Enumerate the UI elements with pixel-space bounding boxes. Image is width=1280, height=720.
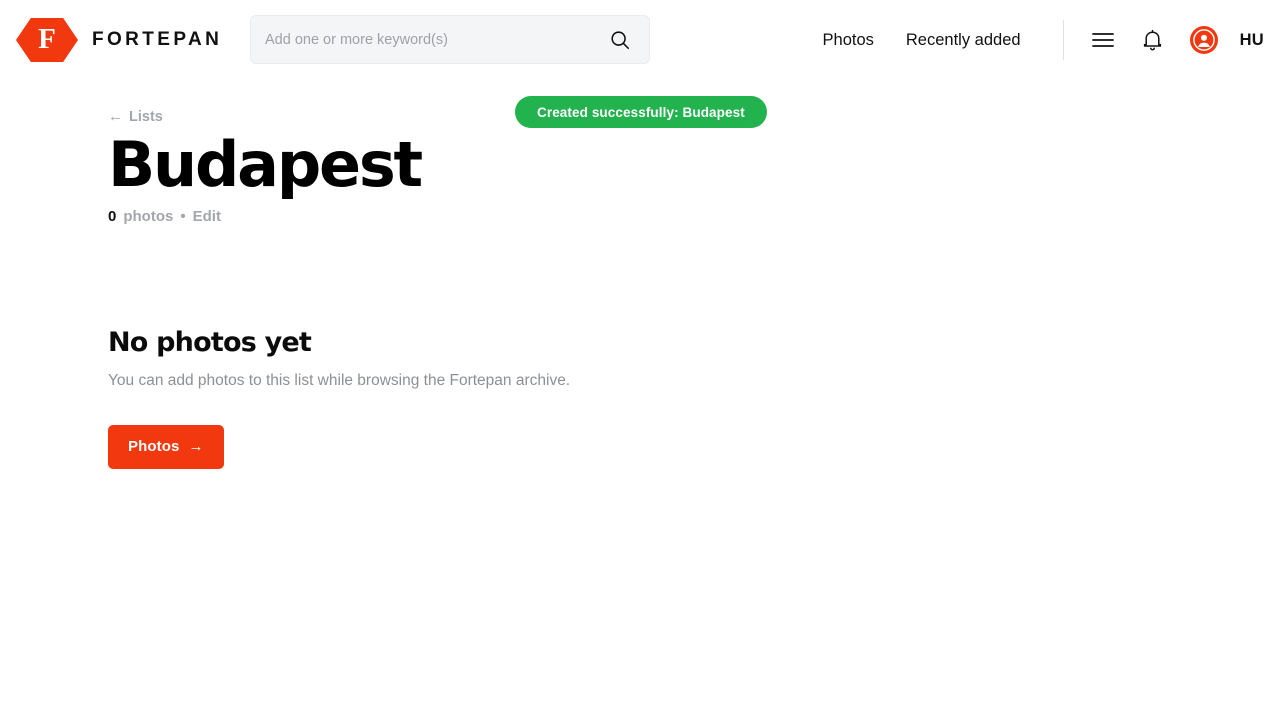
hamburger-menu-icon	[1091, 33, 1114, 47]
success-toast: Created successfully: Budapest	[515, 96, 767, 128]
search-box[interactable]	[250, 15, 650, 64]
hamburger-menu-button[interactable]	[1086, 23, 1120, 57]
right-arrow-icon: →	[188, 438, 204, 455]
header-divider	[1062, 20, 1064, 60]
search-submit-button[interactable]	[605, 25, 635, 55]
page-title: Budapest	[108, 128, 423, 201]
photo-count-label: photos	[123, 208, 174, 225]
bell-icon	[1143, 29, 1162, 50]
success-toast-message: Created successfully: Budapest	[537, 104, 745, 120]
browse-photos-button[interactable]: Photos →	[108, 425, 224, 469]
search-icon	[611, 30, 630, 49]
fortepan-hexagon-logo-icon: F	[16, 18, 78, 62]
brand-wordmark: FORTEPAN	[92, 29, 223, 50]
header-nav-right: Photos Recently added HU	[807, 0, 1264, 80]
main-content: ← Lists Budapest 0 photos • Edit No phot…	[0, 80, 1280, 469]
empty-state-title: No photos yet	[108, 327, 312, 358]
user-avatar-icon	[1192, 29, 1215, 51]
breadcrumb-label: Lists	[129, 108, 163, 125]
search-input[interactable]	[265, 31, 605, 48]
list-meta: 0 photos • Edit	[108, 208, 1280, 225]
notifications-button[interactable]	[1136, 23, 1170, 57]
search-bar	[250, 15, 650, 64]
breadcrumb-back-to-lists[interactable]: ← Lists	[108, 108, 163, 125]
user-avatar[interactable]	[1189, 26, 1218, 54]
empty-state-subtitle: You can add photos to this list while br…	[108, 372, 571, 389]
nav-link-photos[interactable]: Photos	[807, 31, 890, 50]
meta-separator: •	[180, 208, 186, 225]
nav-link-recently-added[interactable]: Recently added	[890, 31, 1037, 50]
empty-state: No photos yet You can add photos to this…	[108, 327, 1280, 469]
logo-letter: F	[38, 22, 56, 55]
edit-list-link[interactable]: Edit	[193, 208, 221, 225]
site-header: F FORTEPAN Photos Recently added	[0, 0, 1280, 80]
back-arrow-icon: ←	[108, 108, 123, 125]
browse-photos-button-label: Photos	[128, 438, 180, 455]
language-selector[interactable]: HU	[1240, 31, 1264, 50]
photo-count: 0	[108, 208, 117, 225]
brand-logo[interactable]: F FORTEPAN	[16, 18, 222, 62]
